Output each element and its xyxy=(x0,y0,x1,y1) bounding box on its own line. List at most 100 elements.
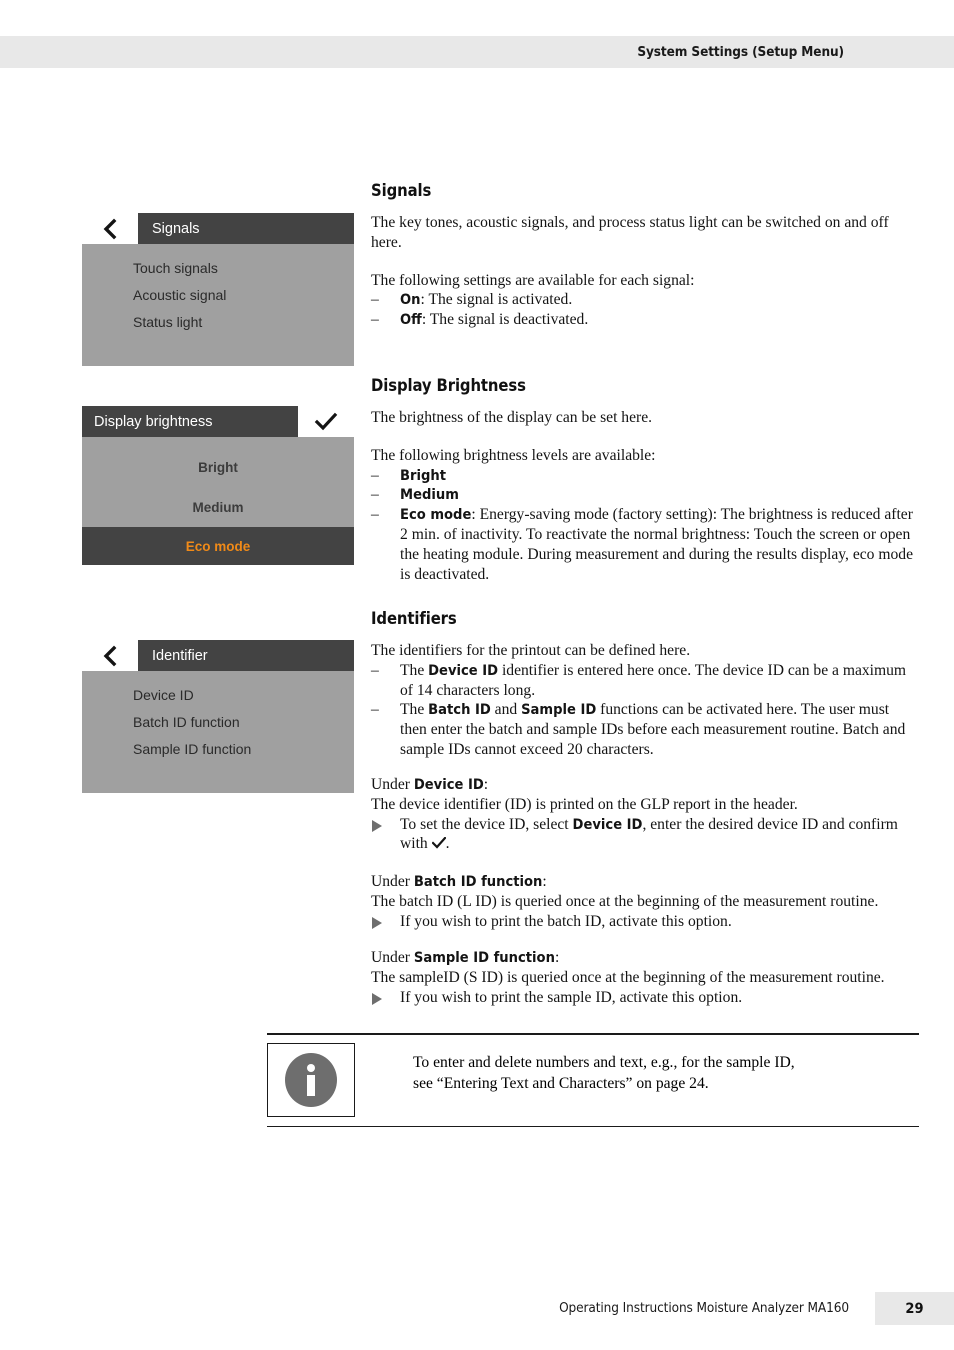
brightness-term-bright: Bright xyxy=(400,466,447,484)
signals-back-button[interactable] xyxy=(82,213,138,244)
footer-page-box: 29 xyxy=(875,1292,954,1325)
under-device-label-term: Device ID xyxy=(413,776,484,793)
list-item: Eco mode: Energy-saving mode (factory se… xyxy=(371,505,919,584)
section-signals-list: On: The signal is activated. Off: The si… xyxy=(371,290,919,330)
under-batch-label-term: Batch ID function xyxy=(413,873,543,890)
list-item: Off: The signal is deactivated. xyxy=(371,310,919,330)
signals-menu-item-touch[interactable]: Touch signals xyxy=(82,254,354,281)
signals-menu-list: Touch signals Acoustic signal Status lig… xyxy=(82,244,354,335)
identifiers-item1-term: Device ID xyxy=(428,661,499,679)
section-identifiers: Identifiers The identifiers for the prin… xyxy=(371,609,919,760)
identifier-titlebar: Identifier xyxy=(82,640,354,671)
note-line-1: To enter and delete numbers and text, e.… xyxy=(413,1053,795,1071)
signals-title: Signals xyxy=(152,220,200,237)
identifiers-item2-term1: Batch ID xyxy=(428,701,491,719)
under-batch-label-pre: Under xyxy=(371,873,414,890)
list-item: If you wish to print the sample ID, acti… xyxy=(371,988,919,1008)
section-identifiers-intro: The identifiers for the printout can be … xyxy=(371,642,691,659)
under-sample-label-term: Sample ID function xyxy=(413,949,555,966)
under-sample-label-pre: Under xyxy=(371,949,414,966)
under-device-line: The device identifier (ID) is printed on… xyxy=(371,795,798,813)
note-content: To enter and delete numbers and text, e.… xyxy=(267,1035,919,1126)
brightness-term-medium: Medium xyxy=(400,486,459,504)
section-brightness-list: Bright Medium Eco mode: Energy-saving mo… xyxy=(371,466,919,585)
identifier-menu-item-sample-id[interactable]: Sample ID function xyxy=(82,735,354,762)
under-batch-action: If you wish to print the batch ID, activ… xyxy=(400,912,732,930)
info-icon-stem xyxy=(307,1074,315,1096)
brightness-title: Display brightness xyxy=(94,413,213,430)
under-sample-label: Under Sample ID function: xyxy=(371,948,919,968)
info-icon-dot xyxy=(307,1063,315,1072)
note-bottom-rule xyxy=(267,1125,919,1128)
identifiers-item1-pre: The xyxy=(400,661,429,679)
list-item: To set the device ID, select Device ID, … xyxy=(371,815,919,855)
section-under-device-id: Under Device ID: The device identifier (… xyxy=(371,775,919,854)
section-under-sample-id: Under Sample ID function: The sampleID (… xyxy=(371,948,919,1007)
note-text-block: To enter and delete numbers and text, e.… xyxy=(355,1043,795,1094)
under-device-actions: To set the device ID, select Device ID, … xyxy=(371,815,919,855)
signals-titlebar: Signals xyxy=(82,213,354,244)
brightness-option-medium[interactable]: Medium xyxy=(82,487,354,527)
brightness-titlebar: Display brightness xyxy=(82,406,354,437)
under-device-label: Under Device ID: xyxy=(371,775,919,795)
section-display-brightness: Display Brightness The brightness of the… xyxy=(371,376,919,584)
page-running-header: System Settings (Setup Menu) xyxy=(0,36,954,68)
device-screen-identifier: Identifier Device ID Batch ID function S… xyxy=(82,640,354,793)
chevron-left-icon xyxy=(102,218,118,240)
info-note-box: To enter and delete numbers and text, e.… xyxy=(267,1033,919,1128)
brightness-option-bright[interactable]: Bright xyxy=(82,447,354,487)
list-item: The Device ID identifier is entered here… xyxy=(371,661,919,701)
page-number: 29 xyxy=(905,1300,924,1317)
list-item: If you wish to print the batch ID, activ… xyxy=(371,912,919,932)
list-item: The Batch ID and Sample ID functions can… xyxy=(371,700,919,759)
under-batch-label-post: : xyxy=(542,873,547,890)
under-sample-line: The sampleID (S ID) is queried once at t… xyxy=(371,968,885,986)
section-signals: Signals The key tones, acoustic signals,… xyxy=(371,181,919,330)
section-signals-intro: The key tones, acoustic signals, and pro… xyxy=(371,214,889,251)
check-icon xyxy=(431,835,447,849)
under-device-action-a: To set the device ID, select xyxy=(400,815,573,833)
under-batch-actions: If you wish to print the batch ID, activ… xyxy=(371,912,919,932)
triangle-bullet-icon xyxy=(372,992,382,1005)
identifier-menu-item-device-id[interactable]: Device ID xyxy=(82,681,354,708)
triangle-bullet-icon xyxy=(372,819,382,832)
signals-menu-item-acoustic[interactable]: Acoustic signal xyxy=(82,281,354,308)
identifier-menu-item-batch-id[interactable]: Batch ID function xyxy=(82,708,354,735)
identifier-back-button[interactable] xyxy=(82,640,138,671)
brightness-term-eco: Eco mode xyxy=(400,506,472,524)
under-batch-label: Under Batch ID function: xyxy=(371,872,919,892)
list-item: On: The signal is activated. xyxy=(371,290,919,310)
section-signals-lead: The following settings are available for… xyxy=(371,271,695,289)
identifiers-item2-pre: The xyxy=(400,701,429,719)
under-device-action-d: . xyxy=(445,835,450,853)
section-brightness-intro: The brightness of the display can be set… xyxy=(371,409,653,426)
under-sample-action: If you wish to print the sample ID, acti… xyxy=(400,988,743,1006)
brightness-option-eco-mode[interactable]: Eco mode xyxy=(82,527,354,565)
note-icon-frame xyxy=(267,1042,355,1117)
info-icon xyxy=(285,1052,337,1107)
note-line-2: see “Entering Text and Characters” on pa… xyxy=(413,1074,709,1092)
signals-term-on: On xyxy=(400,291,421,309)
signals-desc-on: : The signal is activated. xyxy=(420,291,573,309)
triangle-bullet-icon xyxy=(372,916,382,929)
check-icon xyxy=(314,412,338,432)
under-device-label-pre: Under xyxy=(371,776,414,793)
section-identifiers-list: The Device ID identifier is entered here… xyxy=(371,661,919,760)
device-screen-display-brightness: Display brightness Bright Medium Eco mod… xyxy=(82,406,354,565)
device-screen-signals: Signals Touch signals Acoustic signal St… xyxy=(82,213,354,366)
brightness-desc-eco: : Energy-saving mode (factory setting): … xyxy=(400,506,914,583)
under-sample-actions: If you wish to print the sample ID, acti… xyxy=(371,988,919,1008)
brightness-confirm-button[interactable] xyxy=(298,406,354,437)
brightness-list-spacer xyxy=(82,437,354,447)
under-batch-line: The batch ID (L ID) is queried once at t… xyxy=(371,892,879,910)
section-under-batch-id: Under Batch ID function: The batch ID (L… xyxy=(371,872,919,931)
running-head-text: System Settings (Setup Menu) xyxy=(637,44,844,60)
section-identifiers-heading: Identifiers xyxy=(371,609,457,628)
identifier-menu-list: Device ID Batch ID function Sample ID fu… xyxy=(82,671,354,762)
under-device-action-term: Device ID xyxy=(572,815,643,833)
page-footer: Operating Instructions Moisture Analyzer… xyxy=(0,1280,954,1350)
footer-title: Operating Instructions Moisture Analyzer… xyxy=(559,1300,849,1316)
identifier-title: Identifier xyxy=(152,647,208,664)
signals-menu-item-status-light[interactable]: Status light xyxy=(82,308,354,335)
list-item: Medium xyxy=(371,485,919,505)
